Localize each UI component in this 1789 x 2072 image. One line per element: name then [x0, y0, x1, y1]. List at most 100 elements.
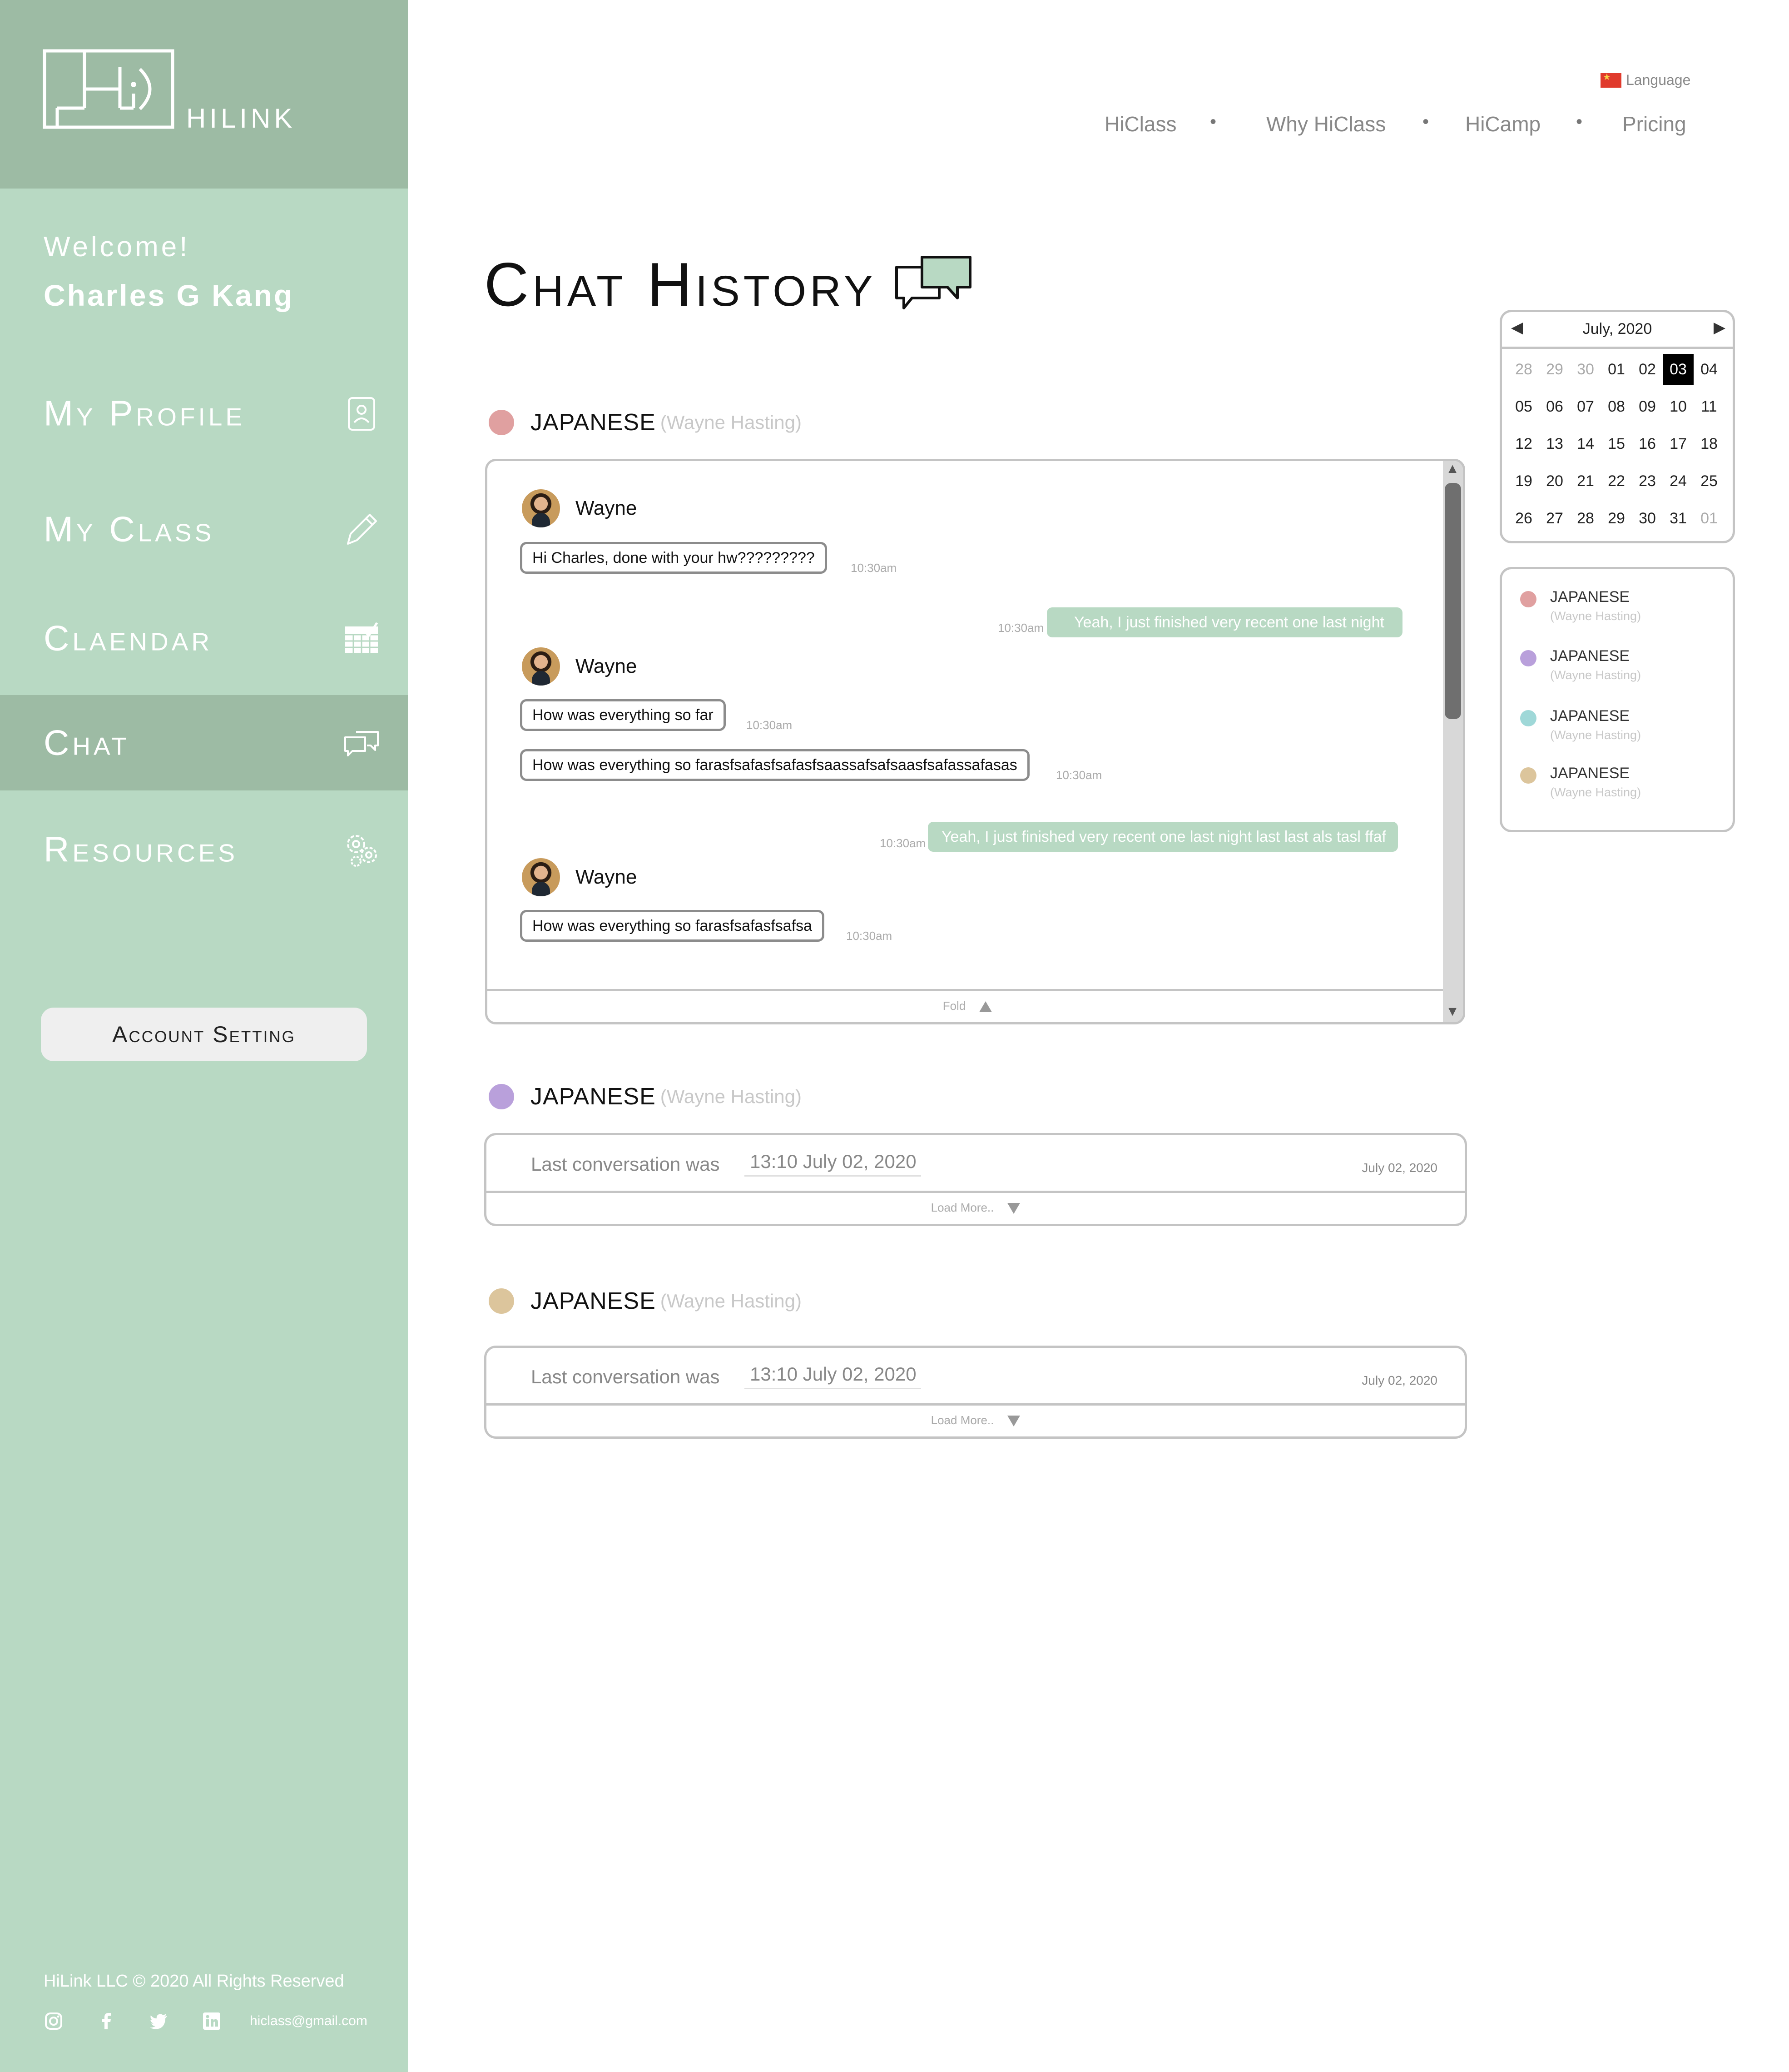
- legend-language: JAPANESE: [1550, 765, 1630, 782]
- message-sender: Wayne: [522, 858, 637, 896]
- nav-link-hiclass[interactable]: HiClass: [1105, 112, 1176, 136]
- calendar-day[interactable]: 04: [1694, 354, 1725, 385]
- calendar-day[interactable]: 02: [1632, 354, 1663, 385]
- load-more-button[interactable]: Load More..: [486, 1191, 1465, 1224]
- summary-right-date: July 02, 2020: [1362, 1161, 1437, 1175]
- calendar-day[interactable]: 15: [1601, 428, 1632, 459]
- message-time: 10:30am: [1056, 768, 1102, 782]
- nav-link-why-hiclass[interactable]: Why HiClass: [1266, 112, 1386, 136]
- chat-thread[interactable]: Wayne Hi Charles, done with your hw?????…: [485, 459, 1465, 1024]
- account-setting-button[interactable]: Account Setting: [41, 1008, 367, 1061]
- avatar: [522, 647, 560, 686]
- avatar: [522, 858, 560, 896]
- calendar-day[interactable]: 20: [1539, 466, 1570, 497]
- nav-separator: •: [1422, 112, 1429, 132]
- scrollbar[interactable]: ▲ ▼: [1443, 461, 1463, 1022]
- profile-icon: [348, 397, 375, 431]
- calendar-day[interactable]: 29: [1539, 354, 1570, 385]
- calendar-day[interactable]: 01: [1694, 503, 1725, 534]
- calendar-grid: 28 29 30 01 02 03 04 05 06 07 08 09 10 11 12 13 14 15 16 17…: [1508, 354, 1726, 540]
- nav-resources[interactable]: Resources: [0, 802, 408, 897]
- calendar-day[interactable]: 16: [1632, 428, 1663, 459]
- chat-summary[interactable]: Last conversation was 13:10 July 02, 202…: [484, 1346, 1467, 1439]
- calendar-day[interactable]: 28: [1508, 354, 1539, 385]
- calendar-day[interactable]: 10: [1663, 391, 1694, 422]
- nav-my-class[interactable]: My Class: [0, 482, 408, 577]
- language-selector[interactable]: Language: [1601, 71, 1690, 89]
- calendar-day[interactable]: 05: [1508, 391, 1539, 422]
- language-color-dot: [489, 1084, 514, 1109]
- chat-section-header[interactable]: JAPANESE (Wayne Hasting): [489, 1083, 802, 1110]
- chat-section-header[interactable]: JAPANESE (Wayne Hasting): [489, 409, 802, 436]
- scrollbar-thumb[interactable]: [1445, 483, 1461, 719]
- calendar-day[interactable]: 19: [1508, 466, 1539, 497]
- calendar-week: 19 20 21 22 23 24 25: [1508, 466, 1726, 503]
- calendar-day[interactable]: 29: [1601, 503, 1632, 534]
- section-language: JAPANESE: [530, 1288, 656, 1314]
- section-language: JAPANESE: [530, 409, 656, 436]
- nav-link-pricing[interactable]: Pricing: [1622, 112, 1686, 136]
- calendar-day[interactable]: 14: [1570, 428, 1601, 459]
- nav-chat[interactable]: Chat: [0, 695, 408, 790]
- calendar-day[interactable]: 08: [1601, 391, 1632, 422]
- calendar-day[interactable]: 25: [1694, 466, 1725, 497]
- calendar-day[interactable]: 30: [1570, 354, 1601, 385]
- calendar-day[interactable]: 12: [1508, 428, 1539, 459]
- calendar-week: 28 29 30 01 02 03 04: [1508, 354, 1726, 391]
- section-teacher: (Wayne Hasting): [660, 412, 802, 433]
- chat-icon: [344, 731, 379, 756]
- fold-button[interactable]: Fold: [487, 989, 1447, 1022]
- calendar-day[interactable]: 03: [1663, 354, 1694, 385]
- calendar-day[interactable]: 27: [1539, 503, 1570, 534]
- scroll-down-icon[interactable]: ▼: [1446, 1004, 1459, 1019]
- chat-summary[interactable]: Last conversation was 13:10 July 02, 202…: [484, 1133, 1467, 1226]
- nav-calendar[interactable]: Claendar: [0, 591, 408, 686]
- calendar-week: 26 27 28 29 30 31 01: [1508, 503, 1726, 540]
- footer-social: hiclass@gmail.com: [44, 2010, 367, 2032]
- calendar-day[interactable]: 18: [1694, 428, 1725, 459]
- triangle-down-icon: [1007, 1203, 1021, 1214]
- next-month-icon[interactable]: ▶: [1714, 318, 1725, 337]
- nav-label: Chat: [44, 722, 130, 763]
- calendar-day[interactable]: 11: [1694, 391, 1725, 422]
- calendar-day[interactable]: 23: [1632, 466, 1663, 497]
- calendar-day[interactable]: 06: [1539, 391, 1570, 422]
- calendar-day[interactable]: 21: [1570, 466, 1601, 497]
- chat-section-header[interactable]: JAPANESE (Wayne Hasting): [489, 1287, 802, 1315]
- instagram-icon[interactable]: [44, 2011, 64, 2031]
- nav-separator: •: [1576, 112, 1583, 132]
- calendar-day[interactable]: 09: [1632, 391, 1663, 422]
- triangle-down-icon: [1007, 1416, 1021, 1427]
- nav-link-hicamp[interactable]: HiCamp: [1465, 112, 1541, 136]
- language-legend: JAPANESE (Wayne Hasting) JAPANESE (Wayne…: [1500, 567, 1735, 832]
- summary-right-date: July 02, 2020: [1362, 1373, 1437, 1387]
- legend-color-dot: [1520, 591, 1536, 607]
- calendar-day[interactable]: 01: [1601, 354, 1632, 385]
- triangle-up-icon: [979, 1001, 992, 1013]
- calendar-day[interactable]: 07: [1570, 391, 1601, 422]
- footer-email[interactable]: hiclass@gmail.com: [250, 2013, 367, 2029]
- facebook-icon[interactable]: [96, 2011, 116, 2031]
- sidebar: HILINK Welcome! Charles G Kang My Profil…: [0, 0, 408, 2072]
- footer-copyright: HiLink LLC © 2020 All Rights Reserved: [44, 1972, 344, 1991]
- calendar-day[interactable]: 30: [1632, 503, 1663, 534]
- nav-my-profile[interactable]: My Profile: [0, 366, 408, 461]
- calendar-day[interactable]: 22: [1601, 466, 1632, 497]
- twitter-icon[interactable]: [149, 2011, 169, 2031]
- calendar-day[interactable]: 13: [1539, 428, 1570, 459]
- message-bubble-incoming: How was everything so farasfsafasfsafasf…: [520, 749, 1030, 781]
- calendar-day[interactable]: 17: [1663, 428, 1694, 459]
- calendar-day[interactable]: 28: [1570, 503, 1601, 534]
- nav-label: Resources: [44, 829, 238, 870]
- summary-date: 13:10 July 02, 2020: [744, 1363, 921, 1389]
- calendar-day[interactable]: 26: [1508, 503, 1539, 534]
- china-flag-icon: [1601, 71, 1621, 88]
- message-bubble-incoming: How was everything so far: [520, 699, 726, 731]
- calendar-day[interactable]: 24: [1663, 466, 1694, 497]
- hilink-logo[interactable]: [43, 49, 174, 129]
- linkedin-icon[interactable]: [202, 2011, 222, 2031]
- calendar-day[interactable]: 31: [1663, 503, 1694, 534]
- section-language: JAPANESE: [530, 1083, 656, 1110]
- load-more-button[interactable]: Load More..: [486, 1403, 1465, 1436]
- scroll-up-icon[interactable]: ▲: [1446, 461, 1459, 477]
